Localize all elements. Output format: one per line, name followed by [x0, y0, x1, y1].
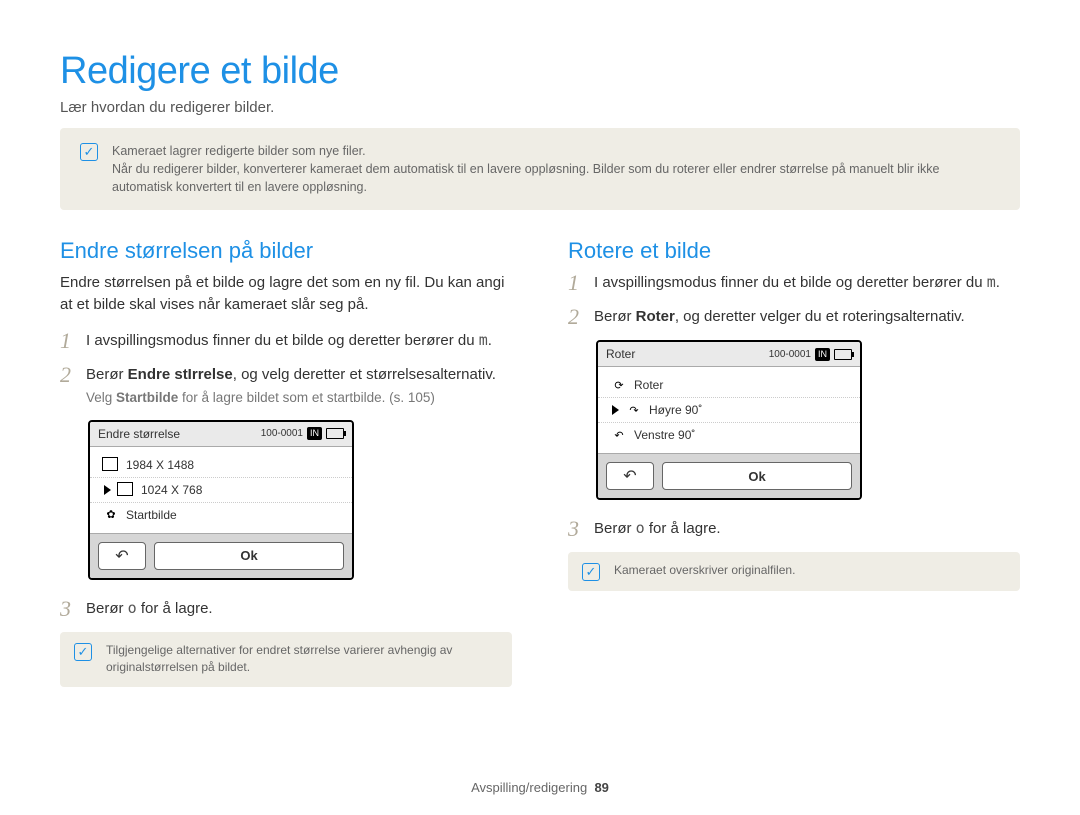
rotate-heading: Rotere et bilde: [568, 238, 1020, 264]
device-counter: 100-0001: [769, 349, 811, 360]
device-title: Roter: [606, 347, 635, 361]
footer-section: Avspilling/redigering: [471, 780, 587, 795]
top-note-line1: Kameraet lagrer redigerte bilder som nye…: [112, 142, 1000, 160]
size-icon: [119, 484, 133, 496]
step-number: 1: [568, 272, 584, 294]
list-item[interactable]: 1984 X 1488: [90, 453, 352, 478]
manual-page: Redigere et bilde Lær hvordan du rediger…: [0, 0, 1080, 815]
list-item-label: Startbilde: [126, 508, 177, 522]
resize-desc: Endre størrelsen på et bilde og lagre de…: [60, 272, 512, 316]
selected-icon: [104, 485, 111, 495]
list-item-label: Høyre 90˚: [649, 403, 702, 417]
ok-button[interactable]: Ok: [154, 542, 344, 570]
back-button[interactable]: ↶: [606, 462, 654, 490]
list-item-label: 1984 X 1488: [126, 458, 194, 472]
device-header: Roter 100-0001 IN: [598, 342, 860, 367]
menu-symbol: m: [479, 331, 488, 349]
rotate-step-3: 3 Berør o for å lagre.: [568, 518, 1020, 540]
rotate-icon: ⟳: [612, 379, 626, 391]
ok-symbol: o: [128, 599, 137, 617]
resize-step-3: 3 Berør o for å lagre.: [60, 598, 512, 620]
rotate-note-box: ✓ Kameraet overskriver originalfilen.: [568, 552, 1020, 591]
selected-icon: [612, 405, 619, 415]
list-item-label: Roter: [634, 378, 663, 392]
resize-section: Endre størrelsen på bilder Endre størrel…: [60, 238, 512, 714]
page-footer: Avspilling/redigering 89: [0, 780, 1080, 795]
device-list: 1984 X 1488 1024 X 768 ✿ Startbilde: [90, 447, 352, 533]
top-note-box: ✓ Kameraet lagrer redigerte bilder som n…: [60, 128, 1020, 210]
device-counter: 100-0001: [261, 428, 303, 439]
device-chip: IN: [815, 348, 830, 361]
list-item[interactable]: ⟳ Roter: [598, 373, 860, 398]
list-item[interactable]: ↷ Høyre 90˚: [598, 398, 860, 423]
resize-device-screenshot: Endre størrelse 100-0001 IN 1984 X 1488: [88, 420, 354, 580]
device-title: Endre størrelse: [98, 427, 180, 441]
device-header: Endre størrelse 100-0001 IN: [90, 422, 352, 447]
list-item[interactable]: ↶ Venstre 90˚: [598, 423, 860, 447]
list-item[interactable]: ✿ Startbilde: [90, 503, 352, 527]
step-hint: Velg Startbilde for å lagre bildet som e…: [86, 389, 496, 408]
top-note-text: Kameraet lagrer redigerte bilder som nye…: [112, 142, 1000, 196]
size-icon: [104, 459, 118, 471]
step-bold: Roter: [636, 308, 675, 325]
step-number: 2: [60, 364, 76, 408]
battery-icon: [834, 349, 852, 360]
page-title: Redigere et bilde: [60, 50, 1020, 93]
step-text: Berør: [86, 366, 128, 383]
resize-heading: Endre størrelsen på bilder: [60, 238, 512, 264]
device-footer: ↶ Ok: [90, 533, 352, 578]
menu-symbol: m: [987, 273, 996, 291]
step-number: 2: [568, 306, 584, 328]
startbilde-icon: ✿: [104, 509, 118, 521]
resize-step-1: 1 I avspillingsmodus finner du et bilde …: [60, 330, 512, 352]
step-text: I avspillingsmodus finner du et bilde og…: [86, 332, 479, 349]
resize-note-box: ✓ Tilgjengelige alternativer for endret …: [60, 632, 512, 687]
rotate-step-2: 2 Berør Roter, og deretter velger du et …: [568, 306, 1020, 328]
resize-step-2: 2 Berør Endre stIrrelse, og velg derette…: [60, 364, 512, 408]
list-item-label: 1024 X 768: [141, 483, 202, 497]
device-list: ⟳ Roter ↷ Høyre 90˚ ↶ Venstre 90˚: [598, 367, 860, 453]
rotate-note-text: Kameraet overskriver originalfilen.: [614, 562, 795, 581]
resize-note-text: Tilgjengelige alternativer for endret st…: [106, 642, 498, 677]
battery-icon: [326, 428, 344, 439]
list-item[interactable]: 1024 X 768: [90, 478, 352, 503]
back-button[interactable]: ↶: [98, 542, 146, 570]
note-icon: ✓: [80, 143, 98, 161]
rotate-device-screenshot: Roter 100-0001 IN ⟳ Roter ↷ H: [596, 340, 862, 500]
ok-button[interactable]: Ok: [662, 462, 852, 490]
step-number: 3: [568, 518, 584, 540]
step-number: 1: [60, 330, 76, 352]
footer-page-number: 89: [594, 780, 608, 795]
step-number: 3: [60, 598, 76, 620]
ok-symbol: o: [636, 519, 645, 537]
device-footer: ↶ Ok: [598, 453, 860, 498]
note-icon: ✓: [74, 643, 92, 661]
rotate-left-icon: ↶: [612, 429, 626, 441]
rotate-right-icon: ↷: [627, 404, 641, 416]
page-subtitle: Lær hvordan du redigerer bilder.: [60, 99, 1020, 116]
rotate-section: Rotere et bilde 1 I avspillingsmodus fin…: [568, 238, 1020, 714]
top-note-line2: Når du redigerer bilder, konverterer kam…: [112, 160, 1000, 196]
note-icon: ✓: [582, 563, 600, 581]
step-bold: Endre stIrrelse: [128, 366, 233, 383]
rotate-step-1: 1 I avspillingsmodus finner du et bilde …: [568, 272, 1020, 294]
device-chip: IN: [307, 427, 322, 440]
list-item-label: Venstre 90˚: [634, 428, 695, 442]
